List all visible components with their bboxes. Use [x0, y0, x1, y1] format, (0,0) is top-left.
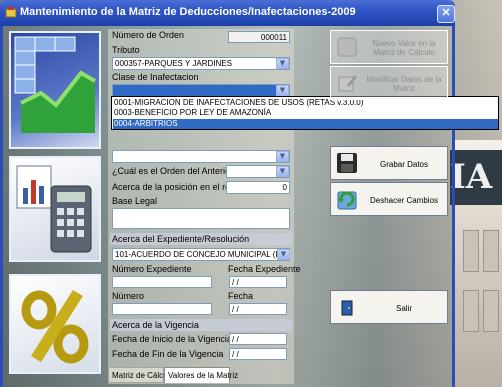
new-record-icon: [337, 37, 357, 57]
dropdown-option[interactable]: 0003-BENEFICIO POR LEY DE AMAZONÍA: [114, 108, 271, 117]
salir-label: Salir: [395, 303, 412, 313]
fecha-fin-input[interactable]: / /: [229, 348, 287, 360]
window-title: Mantenimiento de la Matriz de Deduccione…: [20, 6, 356, 18]
chart-icon: [14, 36, 96, 133]
spreadsheet-chart-image: [9, 31, 101, 149]
grabar-button[interactable]: Grabar Datos: [330, 146, 448, 180]
numero-label: Número: [112, 291, 145, 301]
fecha-expediente-input[interactable]: / /: [229, 276, 287, 288]
calculator-icon: [16, 165, 92, 253]
tributo-label: Tributo: [112, 45, 140, 55]
fecha-inicio-input[interactable]: / /: [229, 333, 287, 345]
building-window: [483, 290, 499, 332]
fecha-label: Fecha: [228, 291, 254, 301]
fecha-expediente-label: Fecha Expediente: [228, 264, 301, 274]
chevron-down-icon[interactable]: ▼: [276, 85, 289, 96]
numero-orden-field: 000011: [228, 31, 290, 43]
percent-image: [9, 274, 101, 374]
undo-icon: [337, 191, 357, 210]
exit-door-icon: [341, 300, 353, 316]
calculator-image: [9, 156, 101, 262]
app-icon: [5, 7, 17, 18]
salir-button[interactable]: Salir: [330, 290, 448, 324]
building-window: [463, 290, 479, 332]
modificar-label: Modificar Datos de la Matriz: [366, 75, 442, 93]
building-window: [483, 230, 499, 272]
numero-expediente-input[interactable]: [112, 276, 212, 288]
chevron-down-icon[interactable]: ▼: [276, 166, 289, 177]
nuevo-valor-button[interactable]: Nuevo Valor en la Matriz de Cálculo: [330, 30, 448, 64]
clase-inafectacion-label: Clase de Inafectacion: [112, 72, 199, 82]
building-sign: IA Y R: [450, 150, 502, 205]
edit-icon: [338, 75, 357, 92]
orden-anterior-label: ¿Cuál es el Orden del Anterior?: [112, 166, 239, 176]
nuevo-valor-label: Nuevo Valor en la Matriz de Cálculo: [372, 39, 436, 57]
deshacer-button[interactable]: Deshacer Cambios: [330, 182, 448, 216]
dropdown-option-selected[interactable]: 0004-ARBITRIOS: [114, 119, 178, 128]
chevron-down-icon[interactable]: ▼: [276, 151, 289, 162]
deshacer-label: Deshacer Cambios: [369, 195, 439, 205]
numero-orden-label: Número de Orden: [112, 30, 185, 40]
vigencia-section-label: Acerca de la Vigencia: [112, 320, 199, 330]
close-button[interactable]: ✕: [437, 5, 455, 23]
expediente-select[interactable]: 101-ACUERDO DE CONCEJO MUNICIPAL (LEY N°…: [112, 248, 290, 261]
tributo-select[interactable]: 000357-PARQUES Y JARDINES: [112, 57, 290, 70]
posicion-registro-input[interactable]: 0: [226, 181, 290, 194]
inafectacion-detail-select[interactable]: [112, 150, 290, 163]
base-legal-label: Base Legal: [112, 196, 158, 206]
grabar-label: Grabar Datos: [379, 159, 429, 169]
numero-input[interactable]: [112, 303, 212, 315]
modificar-button[interactable]: Modificar Datos de la Matriz: [330, 66, 448, 100]
fecha-inicio-label: Fecha de Inicio de la Vigencia: [112, 334, 232, 344]
dropdown-option[interactable]: 0001-MIGRACION DE INAFECTACIONES DE USOS…: [114, 98, 363, 107]
chevron-down-icon[interactable]: ▼: [276, 58, 289, 69]
chevron-down-icon[interactable]: ▼: [277, 249, 290, 260]
base-legal-input[interactable]: [112, 208, 290, 229]
tab-matriz-calculo[interactable]: Matriz de Cálculo: [108, 367, 174, 383]
title-bar[interactable]: Mantenimiento de la Matriz de Deduccione…: [0, 0, 455, 26]
fecha-fin-label: Fecha de Fin de la Vigencia: [112, 349, 224, 359]
fecha-input[interactable]: / /: [229, 303, 287, 315]
clase-inafectacion-dropdown-list[interactable]: 0001-MIGRACION DE INAFECTACIONES DE USOS…: [111, 96, 499, 130]
expediente-section-label: Acerca del Expediente/Resolución: [112, 234, 250, 244]
save-disk-icon: [337, 153, 357, 173]
percent-icon: [21, 290, 89, 364]
tab-valores-matriz[interactable]: Valores de la Matriz: [164, 367, 238, 383]
numero-expediente-label: Número Expediente: [112, 264, 192, 274]
building-window: [463, 230, 479, 272]
